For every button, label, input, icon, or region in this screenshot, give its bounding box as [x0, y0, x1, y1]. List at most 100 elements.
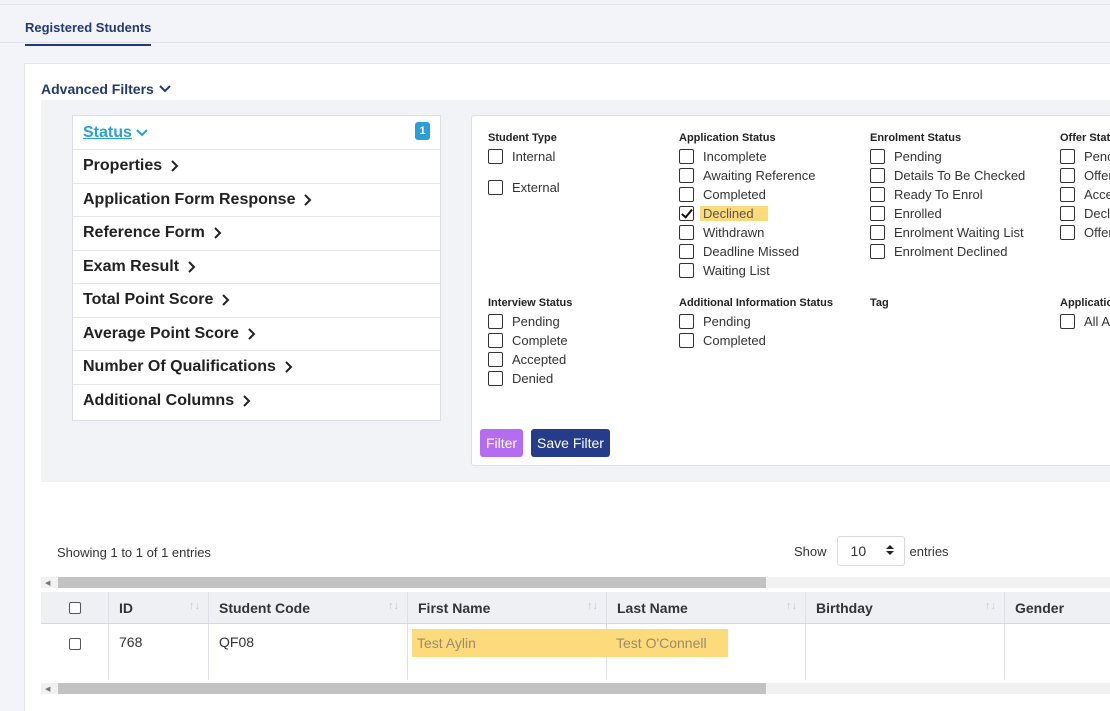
scroll-left-icon[interactable]: ◀ — [45, 579, 50, 587]
horizontal-scrollbar-bottom[interactable]: ◀ — [41, 683, 1110, 694]
filter-category-status[interactable]: Status 1 — [73, 116, 440, 150]
filter-category-average-point-score[interactable]: Average Point Score — [73, 318, 440, 351]
entries-select[interactable]: 10 — [836, 536, 905, 566]
scrollbar-thumb[interactable] — [58, 577, 766, 588]
column-header-gender[interactable]: Gender — [1005, 592, 1110, 623]
checkbox[interactable] — [1060, 225, 1075, 240]
checkbox-option[interactable]: Pending — [679, 312, 833, 331]
filter-category-label: Reference Form — [83, 224, 205, 242]
checkbox-option[interactable]: Internal — [488, 147, 560, 166]
save-filter-button[interactable]: Save Filter — [531, 429, 610, 457]
checkbox[interactable] — [1060, 168, 1075, 183]
checkbox-option[interactable]: Enrolled — [870, 204, 1025, 223]
option-label: Completed — [703, 333, 766, 348]
horizontal-scrollbar-top[interactable]: ◀ — [41, 577, 1110, 588]
checkbox[interactable] — [679, 225, 694, 240]
tab-registered-students[interactable]: Registered Students — [25, 20, 152, 46]
table-header: ID ↑↓ Student Code ↑↓ First Name ↑↓ Last Na… — [41, 592, 1110, 624]
first-name-value: Test Aylin — [412, 629, 607, 657]
checkbox-option[interactable]: Waiting List — [679, 261, 816, 280]
checkbox[interactable] — [1060, 314, 1075, 329]
filter-category-application-form-response[interactable]: Application Form Response — [73, 184, 440, 217]
filter-category-exam-result[interactable]: Exam Result — [73, 251, 440, 284]
chevron-right-icon — [213, 226, 222, 240]
column-header-first-name[interactable]: First Name ↑↓ — [408, 592, 607, 623]
checkbox-option[interactable]: External — [488, 178, 560, 197]
checkbox-option[interactable]: Denied — [488, 369, 572, 388]
group-title: Offer Stat — [1060, 132, 1110, 144]
checkbox[interactable] — [870, 225, 885, 240]
filter-category-additional-columns[interactable]: Additional Columns — [73, 385, 440, 419]
checkbox-option[interactable]: All A — [1060, 312, 1110, 331]
scroll-left-icon[interactable]: ◀ — [45, 685, 50, 693]
checkbox-option[interactable]: Pending — [870, 147, 1025, 166]
option-label: Deadline Missed — [703, 244, 800, 259]
checkbox-option[interactable]: Complete — [488, 331, 572, 350]
scrollbar-thumb[interactable] — [58, 683, 766, 694]
option-label: Details To Be Checked — [894, 168, 1026, 183]
checkbox[interactable] — [488, 333, 503, 348]
checkbox-option[interactable]: Enrolment Waiting List — [870, 223, 1025, 242]
select-all-checkbox[interactable] — [68, 601, 81, 614]
checkbox[interactable] — [870, 244, 885, 259]
filter-category-reference-form[interactable]: Reference Form — [73, 217, 440, 251]
checkbox[interactable] — [870, 187, 885, 202]
column-header-id[interactable]: ID ↑↓ — [109, 592, 209, 623]
column-header-birthday[interactable]: Birthday ↑↓ — [806, 592, 1005, 623]
checkbox-option[interactable]: Ready To Enrol — [870, 185, 1025, 204]
filter-category-total-point-score[interactable]: Total Point Score — [73, 284, 440, 318]
column-header-last-name[interactable]: Last Name ↑↓ — [607, 592, 806, 623]
checkbox[interactable] — [488, 180, 503, 195]
checkbox[interactable] — [870, 206, 885, 221]
option-label: Withdrawn — [703, 225, 765, 240]
checkbox-option[interactable]: Enrolment Declined — [870, 242, 1025, 261]
checkbox[interactable] — [679, 168, 694, 183]
table-row: 768 QF08 Test Aylin Test O'Connell — [41, 624, 1110, 680]
filter-category-label: Application Form Response — [83, 190, 296, 208]
advanced-filters-label: Advanced Filters — [41, 81, 154, 97]
checkbox[interactable] — [1060, 149, 1075, 164]
checkbox-option[interactable]: Details To Be Checked — [870, 166, 1025, 185]
checkbox[interactable] — [679, 263, 694, 278]
checkbox[interactable] — [1060, 206, 1075, 221]
checkbox-option-declined[interactable]: Declined — [679, 204, 816, 223]
checkbox[interactable] — [679, 149, 694, 164]
checkbox[interactable] — [679, 333, 694, 348]
checkbox-option[interactable]: Offer — [1060, 166, 1110, 185]
option-label: Enrolment Declined — [894, 244, 1008, 259]
checkbox-option[interactable]: Penc — [1060, 147, 1110, 166]
option-label: Pending — [894, 149, 942, 164]
checkbox[interactable] — [488, 352, 503, 367]
checkbox[interactable] — [870, 168, 885, 183]
checkbox[interactable] — [488, 314, 503, 329]
checkbox-checked[interactable] — [679, 206, 694, 221]
filter-category-properties[interactable]: Properties — [73, 150, 440, 184]
interview-status-group: Interview Status Pending Complete Accept… — [488, 297, 572, 388]
checkbox[interactable] — [488, 149, 503, 164]
checkbox-option[interactable]: Offer — [1060, 223, 1110, 242]
row-checkbox[interactable] — [68, 638, 81, 650]
checkbox-option[interactable]: Completed — [679, 185, 816, 204]
checkbox[interactable] — [488, 371, 503, 386]
column-header-student-code[interactable]: Student Code ↑↓ — [209, 592, 408, 623]
checkbox[interactable] — [679, 244, 694, 259]
checkbox-option[interactable]: Completed — [679, 331, 833, 350]
filter-button[interactable]: Filter — [480, 429, 523, 457]
checkbox-option[interactable]: Pending — [488, 312, 572, 331]
checkbox-option[interactable]: Deadline Missed — [679, 242, 816, 261]
checkbox-option[interactable]: Acce — [1060, 185, 1110, 204]
checkbox[interactable] — [1060, 187, 1075, 202]
checkbox-option[interactable]: Awaiting Reference — [679, 166, 816, 185]
checkbox-option[interactable]: Accepted — [488, 350, 572, 369]
checkbox[interactable] — [679, 314, 694, 329]
filter-category-number-of-qualifications[interactable]: Number Of Qualifications — [73, 351, 440, 385]
checkbox[interactable] — [679, 187, 694, 202]
advanced-filters-toggle[interactable]: Advanced Filters — [41, 81, 172, 97]
checkbox-option[interactable]: Withdrawn — [679, 223, 816, 242]
select-all-cell — [41, 592, 109, 623]
checkbox-option[interactable]: Decl — [1060, 204, 1110, 223]
checkbox[interactable] — [870, 149, 885, 164]
option-label: Enrolment Waiting List — [894, 225, 1024, 240]
filter-category-menu: Status 1 Properties Application Form Res… — [72, 115, 441, 421]
checkbox-option[interactable]: Incomplete — [679, 147, 816, 166]
